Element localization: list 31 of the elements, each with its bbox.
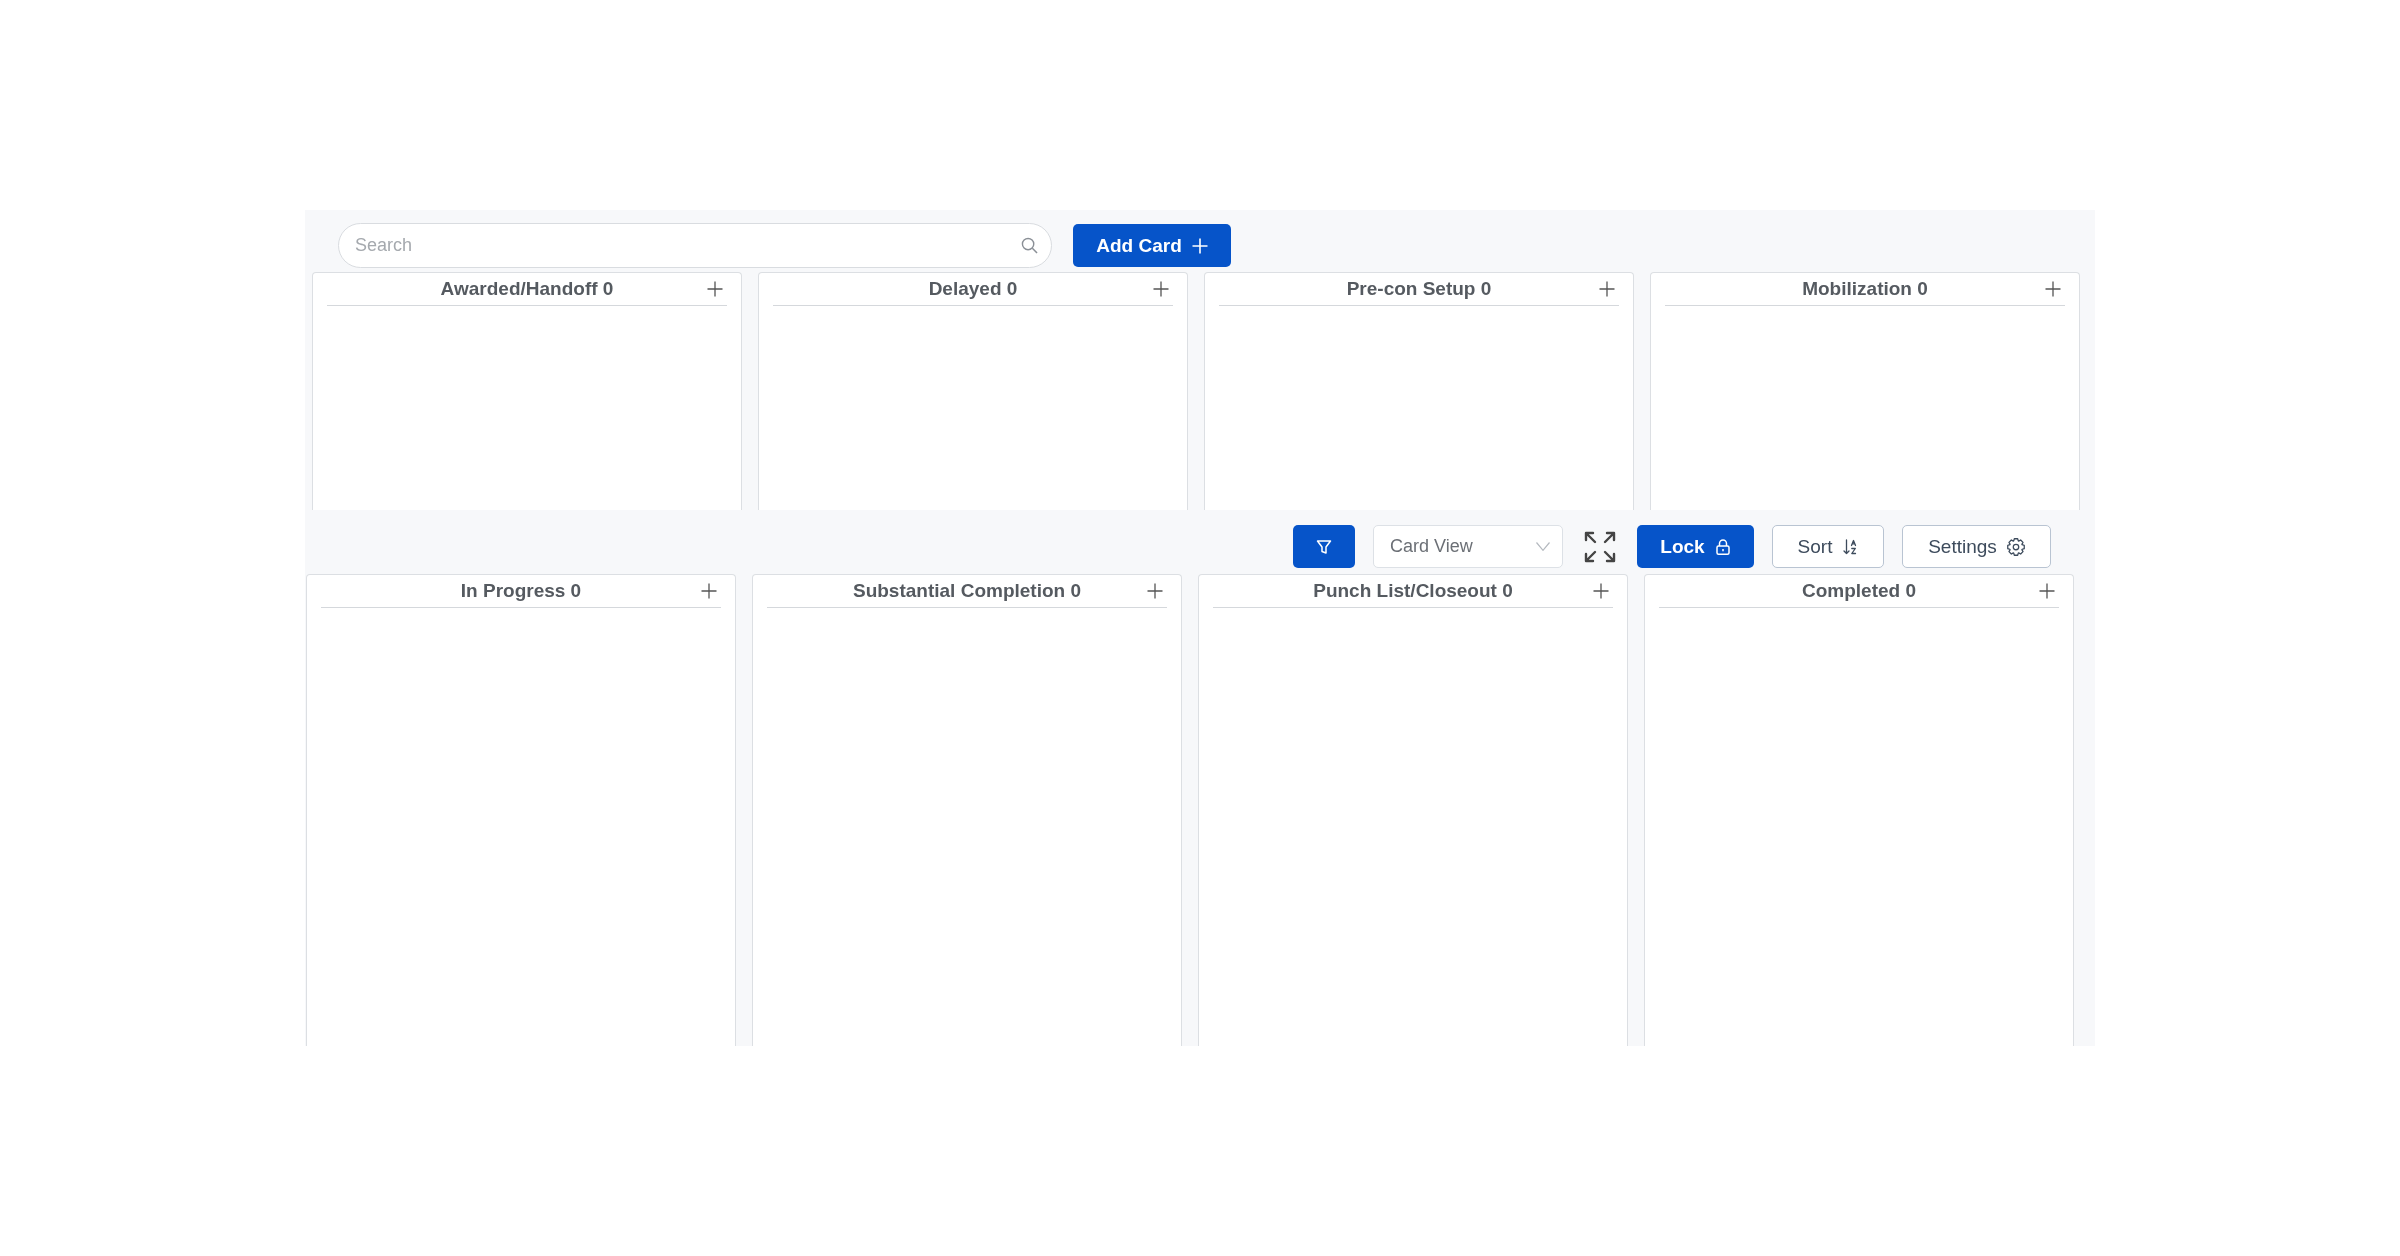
add-card-button[interactable]: Add Card <box>1073 224 1231 267</box>
plus-icon[interactable] <box>707 281 723 297</box>
settings-button[interactable]: Settings <box>1902 525 2051 568</box>
chevron-down-icon <box>1536 542 1550 551</box>
plus-icon[interactable] <box>1147 583 1163 599</box>
column-title: Delayed 0 <box>928 278 1018 300</box>
funnel-icon <box>1316 538 1332 555</box>
column-title: Pre-con Setup 0 <box>1346 278 1492 300</box>
sort-button[interactable]: Sort <box>1772 525 1884 568</box>
column-title: Completed 0 <box>1802 580 1916 602</box>
search-icon <box>1021 237 1038 254</box>
column-title: In Progress 0 <box>460 580 582 602</box>
settings-icon <box>2006 537 2025 556</box>
column-title: Mobilization 0 <box>1802 278 1928 300</box>
plus-icon[interactable] <box>1153 281 1169 297</box>
column-title: Awarded/Handoff 0 <box>440 278 614 300</box>
search-field[interactable]: Search <box>338 223 1052 268</box>
plus-icon <box>1191 237 1208 254</box>
column-title: Substantial Completion 0 <box>853 580 1081 602</box>
lock-icon <box>1714 538 1731 555</box>
column-title: Punch List/Closeout 0 <box>1313 580 1513 602</box>
view-select[interactable]: Card View <box>1373 525 1563 568</box>
filter-button[interactable] <box>1293 525 1355 568</box>
fullscreen-icon[interactable] <box>1584 530 1616 563</box>
plus-icon[interactable] <box>1599 281 1615 297</box>
lock-button[interactable]: Lock <box>1637 525 1754 568</box>
plus-icon[interactable] <box>701 583 717 599</box>
plus-icon[interactable] <box>2045 281 2061 297</box>
plus-icon[interactable] <box>1593 583 1609 599</box>
sort-icon <box>1842 538 1859 555</box>
plus-icon[interactable] <box>2039 583 2055 599</box>
